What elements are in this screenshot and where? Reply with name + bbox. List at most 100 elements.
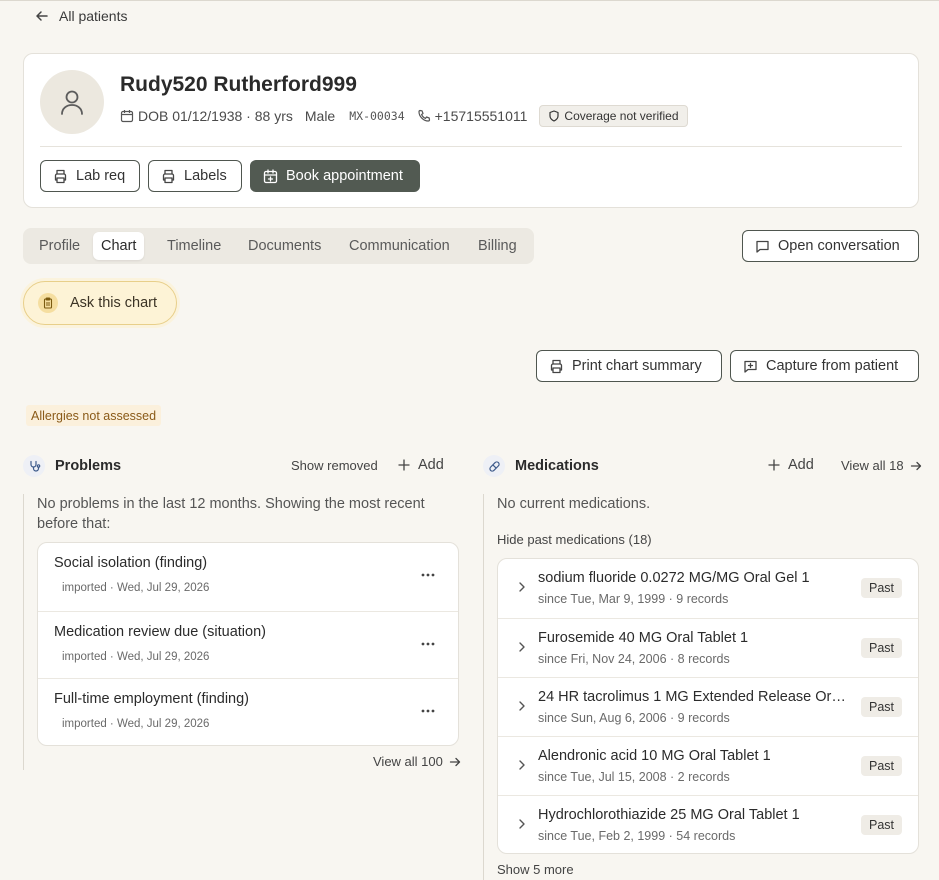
top-border xyxy=(0,0,939,1)
hide-past-medications-toggle[interactable]: Hide past medications (18) xyxy=(497,532,652,547)
list-item[interactable]: sodium fluoride 0.0272 MG/MG Oral Gel 1 … xyxy=(498,559,918,618)
phone-icon xyxy=(418,109,430,122)
status-badge: Past xyxy=(860,697,902,717)
lab-req-button[interactable]: Lab req xyxy=(40,160,140,192)
lab-req-label: Lab req xyxy=(76,168,126,184)
more-icon[interactable] xyxy=(420,703,436,719)
view-all-medications-link[interactable]: View all 18 xyxy=(841,458,922,473)
problem-title: Full-time employment (finding) xyxy=(54,691,250,707)
view-all-medications-label: View all 18 xyxy=(841,458,904,473)
more-icon[interactable] xyxy=(420,636,436,652)
list-item[interactable]: Full-time employment (finding) imported … xyxy=(38,678,458,745)
status-badge: Past xyxy=(860,756,902,776)
ask-this-chart-button[interactable]: Ask this chart xyxy=(23,281,177,325)
list-item[interactable]: Medication review due (situation) import… xyxy=(38,611,458,679)
problem-subtitle: imported · Wed, Jul 29, 2026 xyxy=(62,651,210,663)
list-item[interactable]: Hydrochlorothiazide 25 MG Oral Tablet 1 … xyxy=(498,795,918,853)
medication-title: 24 HR tacrolimus 1 MG Extended Release O… xyxy=(538,689,848,705)
show-removed-link[interactable]: Show removed xyxy=(291,458,378,473)
patient-sex: Male xyxy=(304,108,336,124)
medications-note: No current medications. xyxy=(497,496,651,512)
show-removed-label: Show removed xyxy=(291,458,378,473)
labels-label: Labels xyxy=(184,168,227,184)
chevron-right-icon xyxy=(519,701,525,711)
medication-subtitle: since Tue, Jul 15, 2008 · 2 records xyxy=(538,770,730,784)
status-badge: Past xyxy=(860,578,902,598)
avatar xyxy=(40,70,104,134)
list-item[interactable]: Furosemide 40 MG Oral Tablet 1 since Fri… xyxy=(498,618,918,677)
medication-subtitle: since Sun, Aug 6, 2006 · 9 records xyxy=(538,711,730,725)
printer-icon xyxy=(54,169,67,183)
arrow-left-icon xyxy=(36,11,48,21)
patient-mrn: MX-00034 xyxy=(349,109,405,123)
tab-timeline[interactable]: Timeline xyxy=(159,232,229,260)
medication-title: Hydrochlorothiazide 25 MG Oral Tablet 1 xyxy=(538,807,800,823)
allergy-status-badge: Allergies not assessed xyxy=(26,405,162,426)
patient-meta: DOB 01/12/1938 · 88 yrs Male MX-00034 +1… xyxy=(120,105,688,127)
tab-documents[interactable]: Documents xyxy=(240,232,329,260)
problems-note: No problems in the last 12 months. Showi… xyxy=(37,496,425,532)
medication-title: Alendronic acid 10 MG Oral Tablet 1 xyxy=(538,748,771,764)
problem-title: Social isolation (finding) xyxy=(54,555,208,571)
list-item[interactable]: Alendronic acid 10 MG Oral Tablet 1 sinc… xyxy=(498,736,918,795)
problem-subtitle: imported · Wed, Jul 29, 2026 xyxy=(62,718,210,730)
tab-chart[interactable]: Chart xyxy=(93,232,145,260)
book-appointment-button[interactable]: Book appointment xyxy=(250,160,420,192)
stethoscope-icon xyxy=(23,455,45,477)
arrow-right-icon xyxy=(449,757,461,766)
arrow-right-icon xyxy=(910,461,921,470)
shield-icon xyxy=(549,110,560,122)
medications-list: sodium fluoride 0.0272 MG/MG Oral Gel 1 … xyxy=(497,558,919,854)
print-chart-summary-label: Print chart summary xyxy=(572,358,702,374)
pill-icon xyxy=(483,455,505,477)
tab-communication[interactable]: Communication xyxy=(341,232,458,260)
user-icon xyxy=(61,90,83,115)
message-square-icon xyxy=(756,240,769,253)
add-problem-label: Add xyxy=(418,457,444,473)
problem-subtitle: imported · Wed, Jul 29, 2026 xyxy=(62,582,210,594)
printer-icon xyxy=(162,169,175,183)
add-problem-button[interactable]: Add xyxy=(398,457,444,473)
add-medication-button[interactable]: Add xyxy=(768,457,814,473)
more-icon[interactable] xyxy=(420,567,436,583)
add-medication-label: Add xyxy=(788,457,814,473)
problems-list: Social isolation (finding) imported · We… xyxy=(37,542,459,746)
back-to-patients-link[interactable]: All patients xyxy=(35,8,127,24)
patient-dob: DOB 01/12/1938 · 88 yrs xyxy=(138,108,293,124)
printer-icon xyxy=(550,359,563,373)
patient-header-card: Rudy520 Rutherford999 DOB 01/12/1938 · 8… xyxy=(23,53,919,208)
capture-from-patient-button[interactable]: Capture from patient xyxy=(730,350,919,382)
message-plus-icon xyxy=(744,360,757,373)
medications-header: Medications xyxy=(483,454,599,478)
problems-rail xyxy=(23,494,24,770)
patient-phone: +15715551011 xyxy=(434,108,528,124)
plus-icon xyxy=(768,459,780,471)
chevron-right-icon xyxy=(519,760,525,770)
problems-title: Problems xyxy=(55,458,122,474)
tab-billing[interactable]: Billing xyxy=(470,232,525,260)
calendar-plus-icon xyxy=(263,168,278,183)
status-badge: Past xyxy=(860,815,902,835)
plus-icon xyxy=(398,459,410,471)
open-conversation-label: Open conversation xyxy=(778,238,900,254)
show-more-medications-link[interactable]: Show 5 more xyxy=(497,862,574,877)
chevron-right-icon xyxy=(519,819,525,829)
chevron-right-icon xyxy=(519,582,525,592)
tab-profile[interactable]: Profile xyxy=(31,232,88,260)
view-all-problems-link[interactable]: View all 100 xyxy=(373,754,461,769)
print-chart-summary-button[interactable]: Print chart summary xyxy=(536,350,722,382)
labels-button[interactable]: Labels xyxy=(148,160,242,192)
chevron-right-icon xyxy=(519,642,525,652)
coverage-badge: Coverage not verified xyxy=(539,105,688,127)
medication-subtitle: since Fri, Nov 24, 2006 · 8 records xyxy=(538,652,730,666)
status-badge: Past xyxy=(860,638,902,658)
problem-title: Medication review due (situation) xyxy=(54,624,266,640)
open-conversation-button[interactable]: Open conversation xyxy=(742,230,919,262)
medication-title: Furosemide 40 MG Oral Tablet 1 xyxy=(538,630,749,646)
list-item[interactable]: 24 HR tacrolimus 1 MG Extended Release O… xyxy=(498,677,918,736)
coverage-label: Coverage not verified xyxy=(564,109,679,123)
patient-name: Rudy520 Rutherford999 xyxy=(120,73,357,96)
calendar-icon xyxy=(120,110,134,123)
header-divider xyxy=(40,146,902,147)
list-item[interactable]: Social isolation (finding) imported · We… xyxy=(38,543,458,611)
